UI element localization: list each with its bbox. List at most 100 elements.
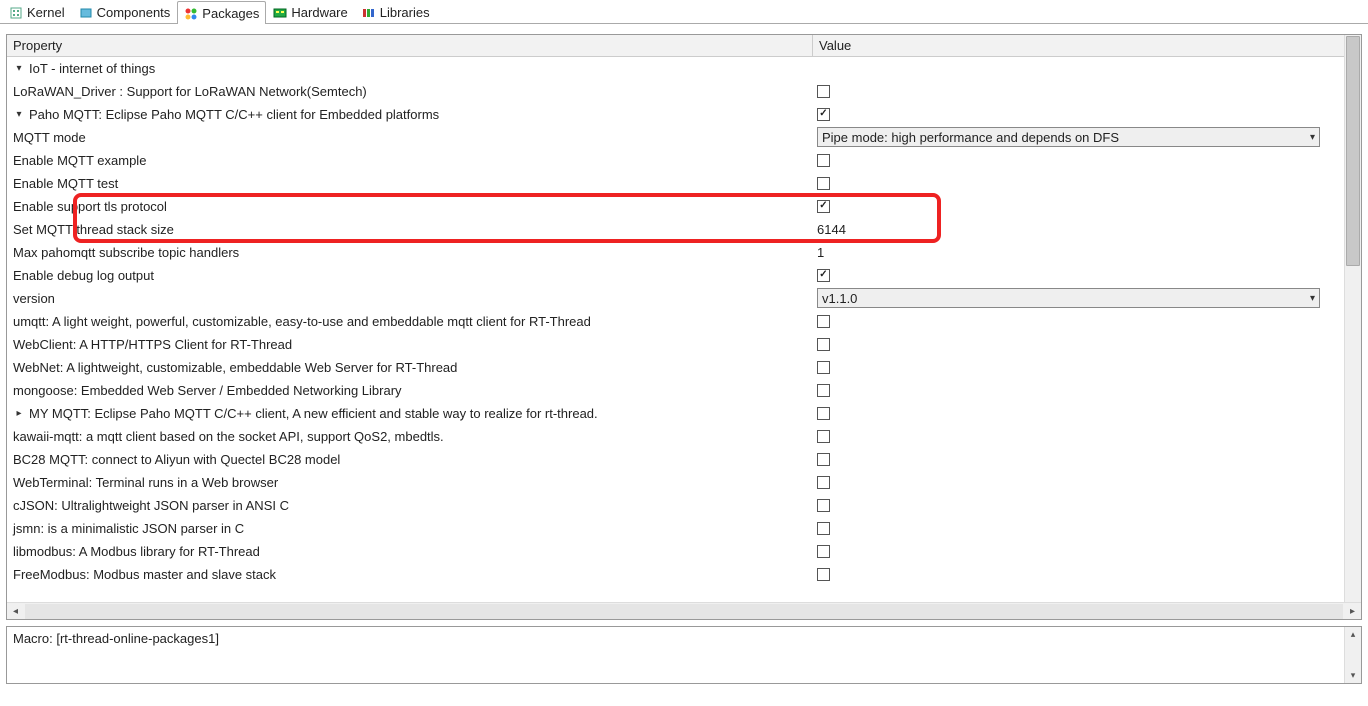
- horizontal-scrollbar[interactable]: ◂ ▸: [7, 602, 1361, 619]
- macro-text: Macro: [rt-thread-online-packages1]: [13, 631, 1355, 646]
- tree-row-version[interactable]: version v1.1.0 ▾: [7, 287, 1344, 310]
- dropdown-value: v1.1.0: [822, 291, 1310, 306]
- components-icon: [79, 6, 93, 20]
- scroll-down-icon[interactable]: ▾: [1351, 670, 1356, 681]
- scroll-left-button[interactable]: ◂: [7, 603, 24, 620]
- libraries-icon: [362, 6, 376, 20]
- vertical-scrollbar[interactable]: [1344, 35, 1361, 602]
- checkbox[interactable]: [817, 200, 830, 213]
- checkbox[interactable]: [817, 269, 830, 282]
- checkbox[interactable]: [817, 384, 830, 397]
- chevron-down-icon: ▾: [1310, 132, 1315, 143]
- row-label: Enable MQTT example: [13, 153, 146, 168]
- tab-label: Packages: [202, 6, 259, 21]
- value-text[interactable]: 6144: [817, 222, 846, 237]
- scroll-up-icon[interactable]: ▴: [1351, 629, 1356, 640]
- checkbox[interactable]: [817, 177, 830, 190]
- row-label: MQTT mode: [13, 130, 86, 145]
- tree-row-webnet[interactable]: WebNet: A lightweight, customizable, emb…: [7, 356, 1344, 379]
- macro-vertical-scrollbar[interactable]: ▴ ▾: [1344, 627, 1361, 683]
- checkbox[interactable]: [817, 108, 830, 121]
- macro-panel: Macro: [rt-thread-online-packages1] ▴ ▾: [6, 626, 1362, 684]
- tree-row-iot[interactable]: ▾ IoT - internet of things: [7, 57, 1344, 80]
- tree-row-libmodbus[interactable]: libmodbus: A Modbus library for RT-Threa…: [7, 540, 1344, 563]
- packages-icon: [184, 7, 198, 21]
- checkbox[interactable]: [817, 499, 830, 512]
- row-label: FreeModbus: Modbus master and slave stac…: [13, 567, 276, 582]
- checkbox[interactable]: [817, 453, 830, 466]
- tree-row-enable-example[interactable]: Enable MQTT example: [7, 149, 1344, 172]
- tree-row-stack-size[interactable]: Set MQTT thread stack size 6144: [7, 218, 1344, 241]
- tree-row-mqtt-mode[interactable]: MQTT mode Pipe mode: high performance an…: [7, 126, 1344, 149]
- tree-row-mongoose[interactable]: mongoose: Embedded Web Server / Embedded…: [7, 379, 1344, 402]
- tab-label: Components: [97, 5, 171, 20]
- kernel-icon: [9, 6, 23, 20]
- tab-hardware[interactable]: Hardware: [266, 0, 354, 23]
- checkbox[interactable]: [817, 476, 830, 489]
- tree-row-umqtt[interactable]: umqtt: A light weight, powerful, customi…: [7, 310, 1344, 333]
- mqtt-mode-dropdown[interactable]: Pipe mode: high performance and depends …: [817, 127, 1320, 147]
- header-property[interactable]: Property: [7, 35, 813, 56]
- tree-row-bc28[interactable]: BC28 MQTT: connect to Aliyun with Quecte…: [7, 448, 1344, 471]
- checkbox[interactable]: [817, 315, 830, 328]
- value-text[interactable]: 1: [817, 245, 824, 260]
- tab-components[interactable]: Components: [72, 0, 178, 23]
- row-label: version: [13, 291, 55, 306]
- tree-row-cjson[interactable]: cJSON: Ultralightweight JSON parser in A…: [7, 494, 1344, 517]
- scroll-right-button[interactable]: ▸: [1344, 603, 1361, 620]
- row-label: IoT - internet of things: [29, 61, 155, 76]
- row-label: jsmn: is a minimalistic JSON parser in C: [13, 521, 244, 536]
- version-dropdown[interactable]: v1.1.0 ▾: [817, 288, 1320, 308]
- row-label: BC28 MQTT: connect to Aliyun with Quecte…: [13, 452, 340, 467]
- checkbox[interactable]: [817, 568, 830, 581]
- row-label: Set MQTT thread stack size: [13, 222, 174, 237]
- row-label: Enable support tls protocol: [13, 199, 167, 214]
- row-label: kawaii-mqtt: a mqtt client based on the …: [13, 429, 444, 444]
- checkbox[interactable]: [817, 407, 830, 420]
- tab-libraries[interactable]: Libraries: [355, 0, 437, 23]
- row-label: cJSON: Ultralightweight JSON parser in A…: [13, 498, 289, 513]
- tree-row-debug-log[interactable]: Enable debug log output: [7, 264, 1344, 287]
- tree-row-freemodbus[interactable]: FreeModbus: Modbus master and slave stac…: [7, 563, 1344, 586]
- tree-row-jsmn[interactable]: jsmn: is a minimalistic JSON parser in C: [7, 517, 1344, 540]
- checkbox[interactable]: [817, 430, 830, 443]
- checkbox[interactable]: [817, 545, 830, 558]
- tree-row-max-handlers[interactable]: Max pahomqtt subscribe topic handlers 1: [7, 241, 1344, 264]
- tree-row-enable-tls[interactable]: Enable support tls protocol: [7, 195, 1344, 218]
- checkbox[interactable]: [817, 338, 830, 351]
- hardware-icon: [273, 6, 287, 20]
- row-label: Max pahomqtt subscribe topic handlers: [13, 245, 239, 260]
- row-label: umqtt: A light weight, powerful, customi…: [13, 314, 591, 329]
- row-label: WebClient: A HTTP/HTTPS Client for RT-Th…: [13, 337, 292, 352]
- row-label: MY MQTT: Eclipse Paho MQTT C/C++ client,…: [29, 406, 598, 421]
- tab-bar: Kernel Components Packages Hardware Libr…: [0, 0, 1368, 24]
- header-value[interactable]: Value: [813, 35, 1344, 56]
- chevron-right-icon[interactable]: ▸: [13, 407, 25, 419]
- row-label: WebTerminal: Terminal runs in a Web brow…: [13, 475, 278, 490]
- chevron-down-icon[interactable]: ▾: [13, 108, 25, 120]
- dropdown-value: Pipe mode: high performance and depends …: [822, 130, 1310, 145]
- tree-row-kawaii[interactable]: kawaii-mqtt: a mqtt client based on the …: [7, 425, 1344, 448]
- checkbox[interactable]: [817, 154, 830, 167]
- tree-row-webterminal[interactable]: WebTerminal: Terminal runs in a Web brow…: [7, 471, 1344, 494]
- tree-row-paho[interactable]: ▾ Paho MQTT: Eclipse Paho MQTT C/C++ clie…: [7, 103, 1344, 126]
- grid-rows: ▾ IoT - internet of things LoRaWAN_Driver…: [7, 57, 1344, 586]
- row-label: LoRaWAN_Driver : Support for LoRaWAN Net…: [13, 84, 367, 99]
- scrollbar-track[interactable]: [25, 604, 1343, 619]
- checkbox[interactable]: [817, 361, 830, 374]
- checkbox[interactable]: [817, 522, 830, 535]
- row-label: Paho MQTT: Eclipse Paho MQTT C/C++ clien…: [29, 107, 439, 122]
- tab-label: Libraries: [380, 5, 430, 20]
- tab-kernel[interactable]: Kernel: [2, 0, 72, 23]
- chevron-down-icon[interactable]: ▾: [13, 62, 25, 74]
- tab-packages[interactable]: Packages: [177, 1, 266, 24]
- chevron-down-icon: ▾: [1310, 293, 1315, 304]
- tree-row-enable-test[interactable]: Enable MQTT test: [7, 172, 1344, 195]
- tree-row-mymqtt[interactable]: ▸ MY MQTT: Eclipse Paho MQTT C/C++ client…: [7, 402, 1344, 425]
- scrollbar-thumb[interactable]: [1346, 36, 1360, 266]
- row-label: Enable MQTT test: [13, 176, 118, 191]
- tree-row-webclient[interactable]: WebClient: A HTTP/HTTPS Client for RT-Th…: [7, 333, 1344, 356]
- checkbox[interactable]: [817, 85, 830, 98]
- tree-row-lorawan[interactable]: LoRaWAN_Driver : Support for LoRaWAN Net…: [7, 80, 1344, 103]
- property-grid-panel: Property Value ▾ IoT - internet of things…: [6, 34, 1362, 620]
